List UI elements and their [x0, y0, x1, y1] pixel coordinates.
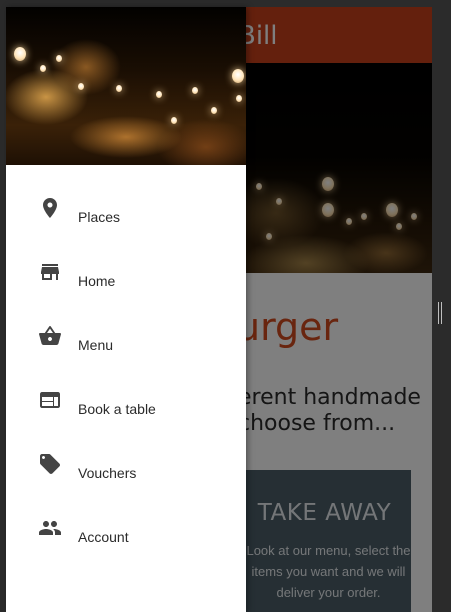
nav-item-book-a-table[interactable]: Book a table — [6, 376, 246, 440]
nav-item-places[interactable]: Places — [6, 184, 246, 248]
nav-label-home: Home — [78, 273, 116, 289]
lantern-light — [192, 87, 198, 94]
nav-label-account: Account — [78, 529, 129, 545]
navigation-drawer: Places Home Menu Book a table Vouchers A… — [6, 7, 246, 612]
nav-item-menu[interactable]: Menu — [6, 312, 246, 376]
people-icon — [38, 516, 62, 540]
lantern-light — [56, 55, 62, 62]
nav-item-vouchers[interactable]: Vouchers — [6, 440, 246, 504]
lantern-light — [78, 83, 84, 90]
lantern-light — [40, 65, 46, 72]
nav-label-places: Places — [78, 209, 121, 225]
drawer-menu: Places Home Menu Book a table Vouchers A… — [6, 184, 246, 568]
lantern-light — [236, 95, 242, 102]
nav-label-menu: Menu — [78, 337, 114, 353]
store-icon — [38, 260, 62, 284]
emulator-screen: Bill urger erent handmade choose from...… — [0, 0, 451, 612]
nav-label-book-a-table: Book a table — [78, 401, 156, 417]
drawer-header-image — [6, 7, 246, 165]
lantern-light — [116, 85, 122, 92]
lantern-light — [211, 107, 217, 114]
nav-item-home[interactable]: Home — [6, 248, 246, 312]
nav-item-account[interactable]: Account — [6, 504, 246, 568]
nav-label-vouchers: Vouchers — [78, 465, 137, 481]
tag-icon — [38, 452, 62, 476]
lantern-light — [232, 69, 244, 83]
basket-icon — [38, 324, 62, 348]
web-window-icon — [38, 388, 62, 412]
scroll-handle[interactable] — [438, 302, 442, 324]
map-pin-icon — [38, 196, 62, 220]
lantern-light — [14, 47, 26, 61]
lantern-light — [171, 117, 177, 124]
lantern-light — [156, 91, 162, 98]
